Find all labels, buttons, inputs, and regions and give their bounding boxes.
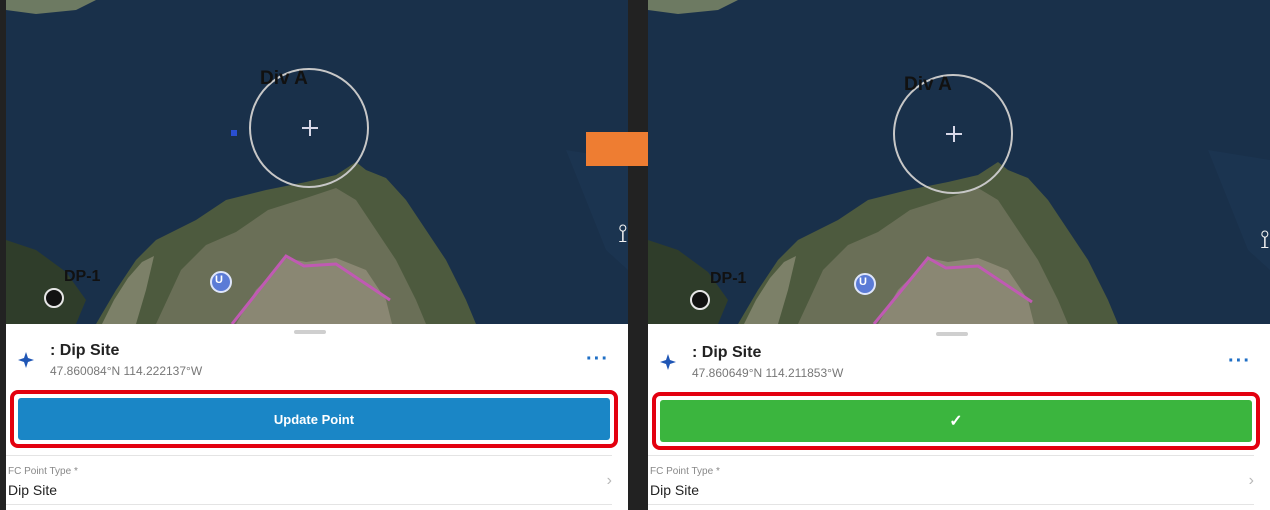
divider [6, 504, 612, 505]
sheet-grabber[interactable] [294, 330, 326, 334]
map-tool-icon[interactable]: ⟟ [618, 218, 628, 250]
unit-marker-label: U [215, 274, 223, 286]
field-value: Dip Site [650, 482, 700, 498]
feature-sheet: : Dip Site 47.860649°N 114.211853°W ··· … [648, 324, 1270, 510]
map-tool-icon[interactable]: ⟟ [1260, 224, 1270, 256]
compass-star-icon [660, 354, 676, 370]
feature-title: : Dip Site [692, 344, 762, 361]
more-options-icon[interactable]: ··· [586, 348, 609, 371]
before-screen: Div A DP-1 U ⟟ : Dip Site 47.860084°N 11… [6, 0, 628, 510]
more-options-icon[interactable]: ··· [1228, 350, 1251, 373]
chevron-right-icon: › [606, 472, 612, 489]
field-value: Dip Site [8, 482, 58, 498]
field-label: FC Point Type * [650, 466, 720, 477]
compass-star-icon [18, 352, 34, 368]
feature-coordinates: 47.860649°N 114.211853°W [692, 366, 844, 380]
division-label: Div A [260, 68, 308, 89]
map-view[interactable]: Div A DP-1 U ⟟ [6, 0, 628, 324]
update-point-button[interactable]: Update Point [18, 398, 610, 440]
dip-point-label: DP-1 [710, 270, 747, 287]
feature-title: : Dip Site [50, 342, 120, 359]
dip-point-label: DP-1 [64, 268, 101, 285]
map-view[interactable]: Div A DP-1 U ⟟ [648, 0, 1270, 324]
highlight-frame: ✓ [652, 392, 1260, 450]
feature-coordinates: 47.860084°N 114.222137°W [50, 364, 203, 378]
fc-point-type-field[interactable]: FC Point Type * Dip Site › [648, 455, 1254, 506]
chevron-right-icon: › [1248, 472, 1254, 489]
highlight-frame: Update Point [10, 390, 618, 448]
sheet-grabber[interactable] [936, 332, 968, 336]
fc-point-type-field[interactable]: FC Point Type * Dip Site › [6, 455, 612, 506]
confirm-checkmark-button[interactable]: ✓ [660, 400, 1252, 442]
divider [648, 504, 1254, 505]
field-label: FC Point Type * [8, 466, 78, 477]
feature-sheet: : Dip Site 47.860084°N 114.222137°W ··· … [6, 324, 628, 510]
unit-marker-label: U [859, 276, 867, 288]
division-label: Div A [904, 74, 952, 95]
after-screen: Div A DP-1 U ⟟ : Dip Site 47.860649°N 11… [648, 0, 1270, 510]
